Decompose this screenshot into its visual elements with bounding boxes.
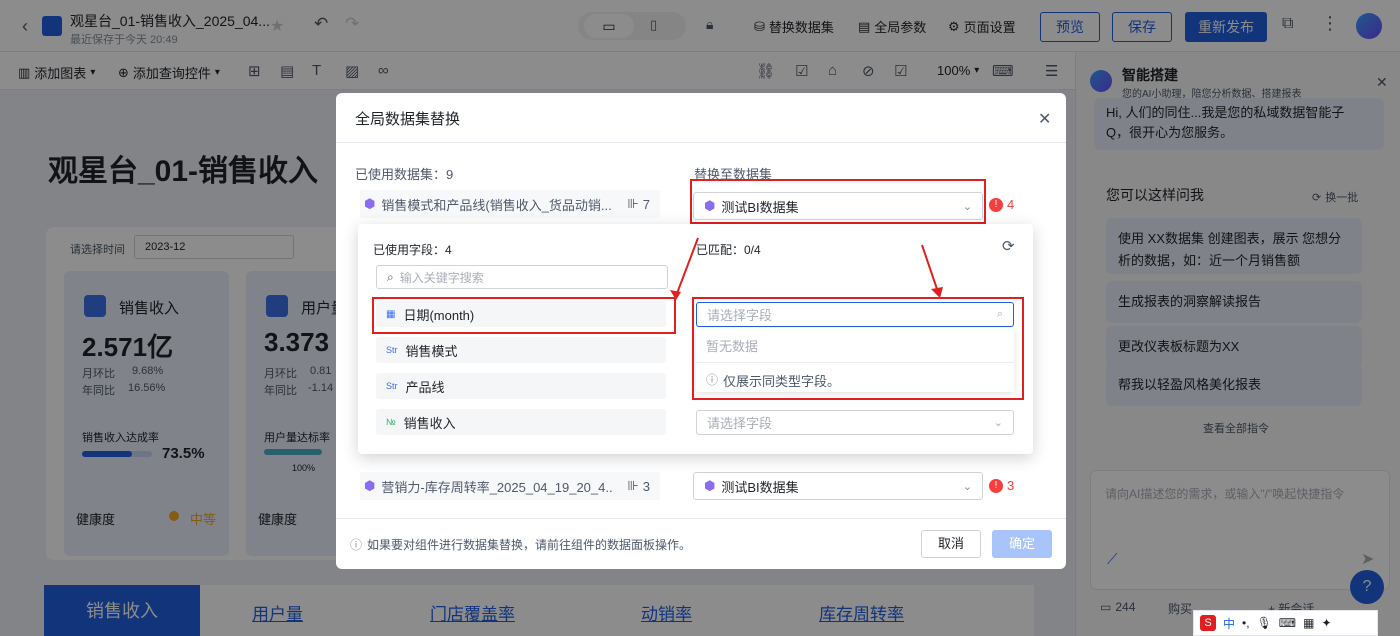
info-icon: ⓘ bbox=[350, 538, 363, 552]
replace-to-label: 替换至数据集 bbox=[694, 167, 773, 182]
field-select-input[interactable]: 请选择字段 ⌕ bbox=[696, 302, 1014, 327]
used-datasets-label: 已使用数据集：9 bbox=[355, 167, 454, 182]
divider bbox=[336, 518, 1066, 519]
tools-icon[interactable]: ✦ bbox=[1321, 616, 1331, 630]
field-item[interactable]: ▦ 日期(month) bbox=[376, 301, 666, 327]
used-fields-label: 已使用字段：4 bbox=[373, 243, 452, 257]
search-icon: ⌕ bbox=[387, 269, 394, 284]
ime-toolbar: S 中 •, 🎙︎ ⌨ ▦ ✦ bbox=[1193, 610, 1378, 636]
matched-label: 已匹配：0/4 bbox=[696, 243, 761, 257]
no-data-text: 暂无数据 bbox=[706, 339, 759, 354]
chevron-down-icon: ⌄ bbox=[962, 200, 972, 213]
field-item[interactable]: Str 销售模式 bbox=[376, 337, 666, 363]
dataset-row: ⬢ 销售模式和产品线(销售收入_货品动销... ⊪ 7 bbox=[360, 190, 660, 218]
footer-note: 如果要对组件进行数据集替换，请前往组件的数据面板操作。 bbox=[367, 538, 692, 552]
field-search-input[interactable]: ⌕ 输入关键字搜索 bbox=[376, 265, 668, 289]
target-dataset-value: 测试BI数据集 bbox=[721, 479, 799, 495]
sogou-logo-icon[interactable]: S bbox=[1200, 615, 1216, 631]
info-icon: ⓘ bbox=[706, 373, 719, 387]
dataset-source-name: 销售模式和产品线(销售收入_货品动销... bbox=[381, 197, 612, 213]
same-type-hint: 仅展示同类型字段。 bbox=[723, 374, 841, 389]
field-item[interactable]: № 销售收入 bbox=[376, 409, 666, 435]
search-icon: ⌕ bbox=[996, 308, 1003, 320]
chinese-mode-icon[interactable]: 中 bbox=[1223, 615, 1235, 632]
divider bbox=[696, 362, 1014, 363]
confirm-button[interactable]: 确定 bbox=[992, 530, 1052, 558]
chevron-down-icon: ⌄ bbox=[993, 417, 1003, 429]
cube-icon: ⬢ bbox=[704, 198, 716, 213]
cube-icon: ⬢ bbox=[364, 196, 376, 211]
target-dataset-select[interactable]: ⬢ 测试BI数据集 ⌄ bbox=[693, 192, 983, 220]
bar-chart-icon: ⊪ bbox=[627, 478, 639, 493]
refresh-icon[interactable]: ⟳ bbox=[1002, 237, 1015, 255]
target-dataset-select[interactable]: ⬢ 测试BI数据集 ⌄ bbox=[693, 472, 983, 500]
cube-icon: ⬢ bbox=[704, 478, 716, 493]
string-type-icon: Str bbox=[386, 381, 398, 391]
field-mapping-popover: 已使用字段：4 已匹配：0/4 ⟳ ⌕ 输入关键字搜索 ▦ 日期(month) … bbox=[358, 224, 1033, 454]
field-select-dropdown: 暂无数据 ⓘ 仅展示同类型字段。 bbox=[696, 328, 1014, 392]
dataset-source-name: 营销力-库存周转率_2025_04_19_20_4... bbox=[381, 479, 614, 495]
skin-icon[interactable]: ▦ bbox=[1303, 616, 1314, 630]
cube-icon: ⬢ bbox=[364, 478, 376, 493]
close-icon[interactable]: ✕ bbox=[1038, 109, 1051, 129]
chevron-down-icon: ⌄ bbox=[962, 480, 972, 493]
keyboard-icon[interactable]: ⌨ bbox=[1279, 616, 1296, 630]
warning-icon: ! bbox=[989, 198, 1003, 212]
voice-icon[interactable]: 🎙︎ bbox=[1257, 616, 1272, 630]
punctuation-icon[interactable]: •, bbox=[1242, 616, 1250, 630]
date-type-icon: ▦ bbox=[386, 308, 396, 320]
bar-chart-icon: ⊪ bbox=[627, 196, 639, 211]
field-item[interactable]: Str 产品线 bbox=[376, 373, 666, 399]
warning-count: 4 bbox=[1007, 197, 1015, 212]
divider bbox=[336, 142, 1066, 143]
number-type-icon: № bbox=[386, 417, 396, 427]
usage-count: 7 bbox=[642, 196, 650, 212]
warning-count: 3 bbox=[1007, 478, 1015, 493]
dataset-row: ⬢ 营销力-库存周转率_2025_04_19_20_4... ⊪ 3 bbox=[360, 472, 660, 500]
usage-count: 3 bbox=[642, 478, 650, 494]
string-type-icon: Str bbox=[386, 345, 398, 355]
dialog-title: 全局数据集替换 bbox=[355, 111, 461, 128]
warning-icon: ! bbox=[989, 479, 1003, 493]
field-select-input[interactable]: 请选择字段 ⌄ bbox=[696, 410, 1014, 435]
target-dataset-value: 测试BI数据集 bbox=[721, 199, 799, 215]
cancel-button[interactable]: 取消 bbox=[921, 530, 981, 558]
